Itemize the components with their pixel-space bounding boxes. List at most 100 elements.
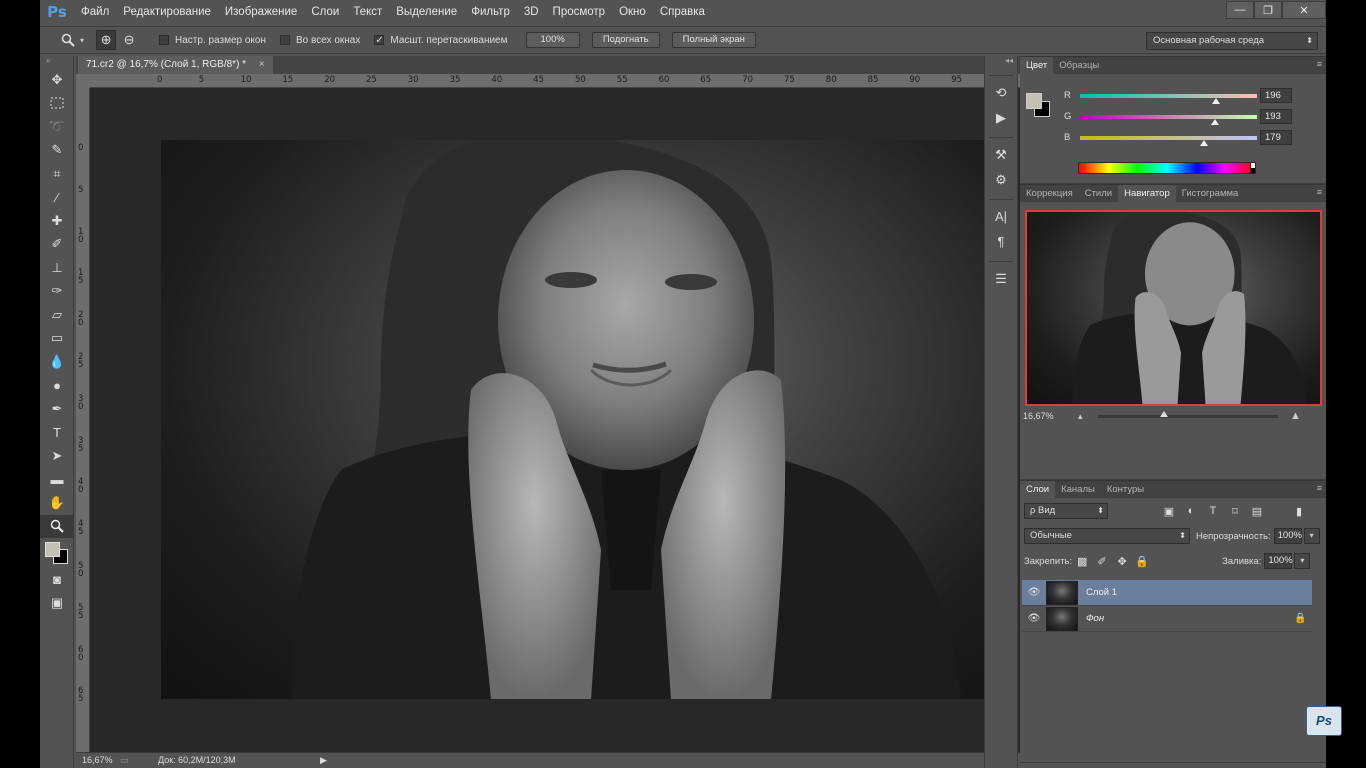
menu-window[interactable]: Окно <box>612 0 653 24</box>
collapse-toolbar-icon[interactable]: » <box>40 56 73 68</box>
pen-tool-icon[interactable]: ✒ <box>40 397 74 421</box>
tab-swatches[interactable]: Образцы <box>1053 57 1105 74</box>
blue-value[interactable]: 179 <box>1260 130 1292 145</box>
tool-presets-icon[interactable]: ⚙ <box>985 167 1017 192</box>
tab-histogram[interactable]: Гистограмма <box>1176 185 1245 202</box>
menu-image[interactable]: Изображение <box>218 0 304 24</box>
marquee-tool-icon[interactable] <box>40 92 74 116</box>
zoom-tool-icon[interactable] <box>40 514 74 538</box>
crop-tool-icon[interactable]: ⌗ <box>40 162 74 186</box>
layer-row[interactable]: 👁 Слой 1 <box>1022 580 1312 606</box>
scrubby-zoom-checkbox[interactable]: ✓ Масшт. перетаскиванием <box>374 35 508 46</box>
quick-select-tool-icon[interactable]: ✎ <box>40 139 74 163</box>
document-tab[interactable]: 71.cr2 @ 16,7% (Слой 1, RGB/8*) * × <box>78 56 273 74</box>
tab-adjustments[interactable]: Коррекция <box>1020 185 1079 202</box>
opacity-value[interactable]: 100% <box>1273 528 1302 544</box>
eraser-tool-icon[interactable]: ▱ <box>40 303 74 327</box>
panel-menu-icon[interactable]: ≡ <box>1317 483 1322 493</box>
navigator-preview[interactable] <box>1025 210 1322 406</box>
lock-transparency-icon[interactable]: ▩ <box>1072 553 1092 569</box>
tab-paths[interactable]: Контуры <box>1101 481 1150 498</box>
move-tool-icon[interactable]: ✥ <box>40 68 74 92</box>
green-track[interactable] <box>1080 115 1257 119</box>
filter-type-icon[interactable]: T <box>1202 503 1224 519</box>
menu-file[interactable]: Файл <box>74 0 116 24</box>
menu-view[interactable]: Просмотр <box>546 0 613 24</box>
restore-button[interactable]: ❐ <box>1254 1 1282 19</box>
tab-color[interactable]: Цвет <box>1020 57 1054 74</box>
zoom-in-mountain-icon[interactable]: ▲ <box>1290 408 1301 424</box>
visibility-eye-icon[interactable]: 👁 <box>1022 587 1046 598</box>
layer-thumbnail[interactable] <box>1046 580 1078 605</box>
quick-mask-icon[interactable]: ◙ <box>40 568 74 592</box>
eyedropper-tool-icon[interactable]: ⁄ <box>40 186 74 210</box>
filter-pixel-icon[interactable]: ▣ <box>1158 503 1180 519</box>
screen-mode-icon[interactable]: ▣ <box>40 592 74 616</box>
blue-track[interactable] <box>1080 136 1257 140</box>
green-value[interactable]: 193 <box>1260 109 1292 124</box>
vertical-ruler[interactable]: 0 5 10 15 20 25 30 35 40 45 50 55 60 65 <box>76 88 90 752</box>
zoom-tool-preset-icon[interactable] <box>58 30 78 50</box>
brush-tool-icon[interactable]: ✐ <box>40 233 74 257</box>
blend-mode-select[interactable]: Обычные ⬍ <box>1024 528 1190 544</box>
blue-slider[interactable]: B 179 <box>1064 130 1324 146</box>
tab-navigator[interactable]: Навигатор <box>1118 185 1176 202</box>
navigator-slider-thumb[interactable] <box>1160 411 1168 417</box>
zoom-out-mountain-icon[interactable]: ▴ <box>1078 408 1083 424</box>
lock-all-icon[interactable]: 🔒 <box>1132 553 1152 569</box>
panel-menu-icon[interactable]: ≡ <box>1317 59 1322 69</box>
filter-smart-object-icon[interactable]: ▤ <box>1246 503 1268 519</box>
status-menu-arrow-icon[interactable]: ▶ <box>320 753 327 768</box>
layer-row[interactable]: 👁 Фон 🔒 <box>1022 606 1312 632</box>
collapse-strip-icon[interactable]: ◂◂ <box>985 56 1017 68</box>
fill-dropdown-icon[interactable]: ▾ <box>1294 553 1311 569</box>
red-thumb[interactable] <box>1212 98 1221 104</box>
color-swatches[interactable] <box>40 538 74 568</box>
tab-channels[interactable]: Каналы <box>1055 481 1101 498</box>
minimize-button[interactable]: — <box>1226 1 1254 19</box>
ruler-origin[interactable] <box>76 74 90 88</box>
zoom-100-button[interactable]: 100% <box>525 32 580 48</box>
color-spectrum[interactable] <box>1078 162 1256 174</box>
foreground-color-swatch[interactable] <box>1026 93 1042 109</box>
history-icon[interactable]: ⟲ <box>985 80 1017 105</box>
menu-help[interactable]: Справка <box>653 0 712 24</box>
foreground-color-swatch[interactable] <box>45 542 60 557</box>
checkbox-box[interactable] <box>159 35 170 45</box>
checkbox-checked[interactable]: ✓ <box>374 35 385 46</box>
resize-windows-checkbox[interactable]: Настр. размер окон <box>159 35 266 46</box>
document-image[interactable] <box>161 140 998 699</box>
path-select-tool-icon[interactable]: ➤ <box>40 444 74 468</box>
panel-menu-icon[interactable]: ≡ <box>1317 187 1322 197</box>
red-value[interactable]: 196 <box>1260 88 1292 103</box>
navigator-zoom-slider[interactable] <box>1098 411 1278 418</box>
green-slider[interactable]: G 193 <box>1064 109 1324 125</box>
filter-toggle-icon[interactable]: ▮ <box>1288 503 1310 519</box>
history-brush-tool-icon[interactable]: ✑ <box>40 280 74 304</box>
clone-stamp-tool-icon[interactable]: ⊥ <box>40 256 74 280</box>
visibility-eye-icon[interactable]: 👁 <box>1022 613 1046 624</box>
close-tab-icon[interactable]: × <box>259 59 265 70</box>
layer-thumbnail[interactable] <box>1046 606 1078 631</box>
layer-filter-select[interactable]: ρ Вид ⬍ <box>1024 503 1108 519</box>
lasso-tool-icon[interactable]: ➰ <box>40 115 74 139</box>
menu-type[interactable]: Текст <box>346 0 389 24</box>
hand-tool-icon[interactable]: ✋ <box>40 491 74 515</box>
filter-adjustment-icon[interactable]: ◐ <box>1180 503 1202 519</box>
type-tool-icon[interactable]: T <box>40 421 74 445</box>
character-icon[interactable]: A| <box>985 204 1017 229</box>
preset-dropdown-icon[interactable]: ▾ <box>80 36 84 45</box>
menu-layer[interactable]: Слои <box>304 0 346 24</box>
black-white-swatch[interactable] <box>1250 162 1256 174</box>
red-slider[interactable]: R 196 <box>1064 88 1324 104</box>
all-windows-checkbox[interactable]: Во всех окнах <box>280 35 360 46</box>
layer-name[interactable]: Фон <box>1086 613 1294 624</box>
menu-edit[interactable]: Редактирование <box>116 0 218 24</box>
workspace-select[interactable]: Основная рабочая среда ⬍ <box>1146 32 1318 50</box>
tab-styles[interactable]: Стили <box>1079 185 1118 202</box>
actions-play-icon[interactable]: ▶ <box>985 105 1017 130</box>
dodge-tool-icon[interactable]: ● <box>40 374 74 398</box>
lock-position-icon[interactable]: ✥ <box>1112 553 1132 569</box>
tab-layers[interactable]: Слои <box>1020 481 1056 498</box>
gradient-tool-icon[interactable]: ▭ <box>40 327 74 351</box>
